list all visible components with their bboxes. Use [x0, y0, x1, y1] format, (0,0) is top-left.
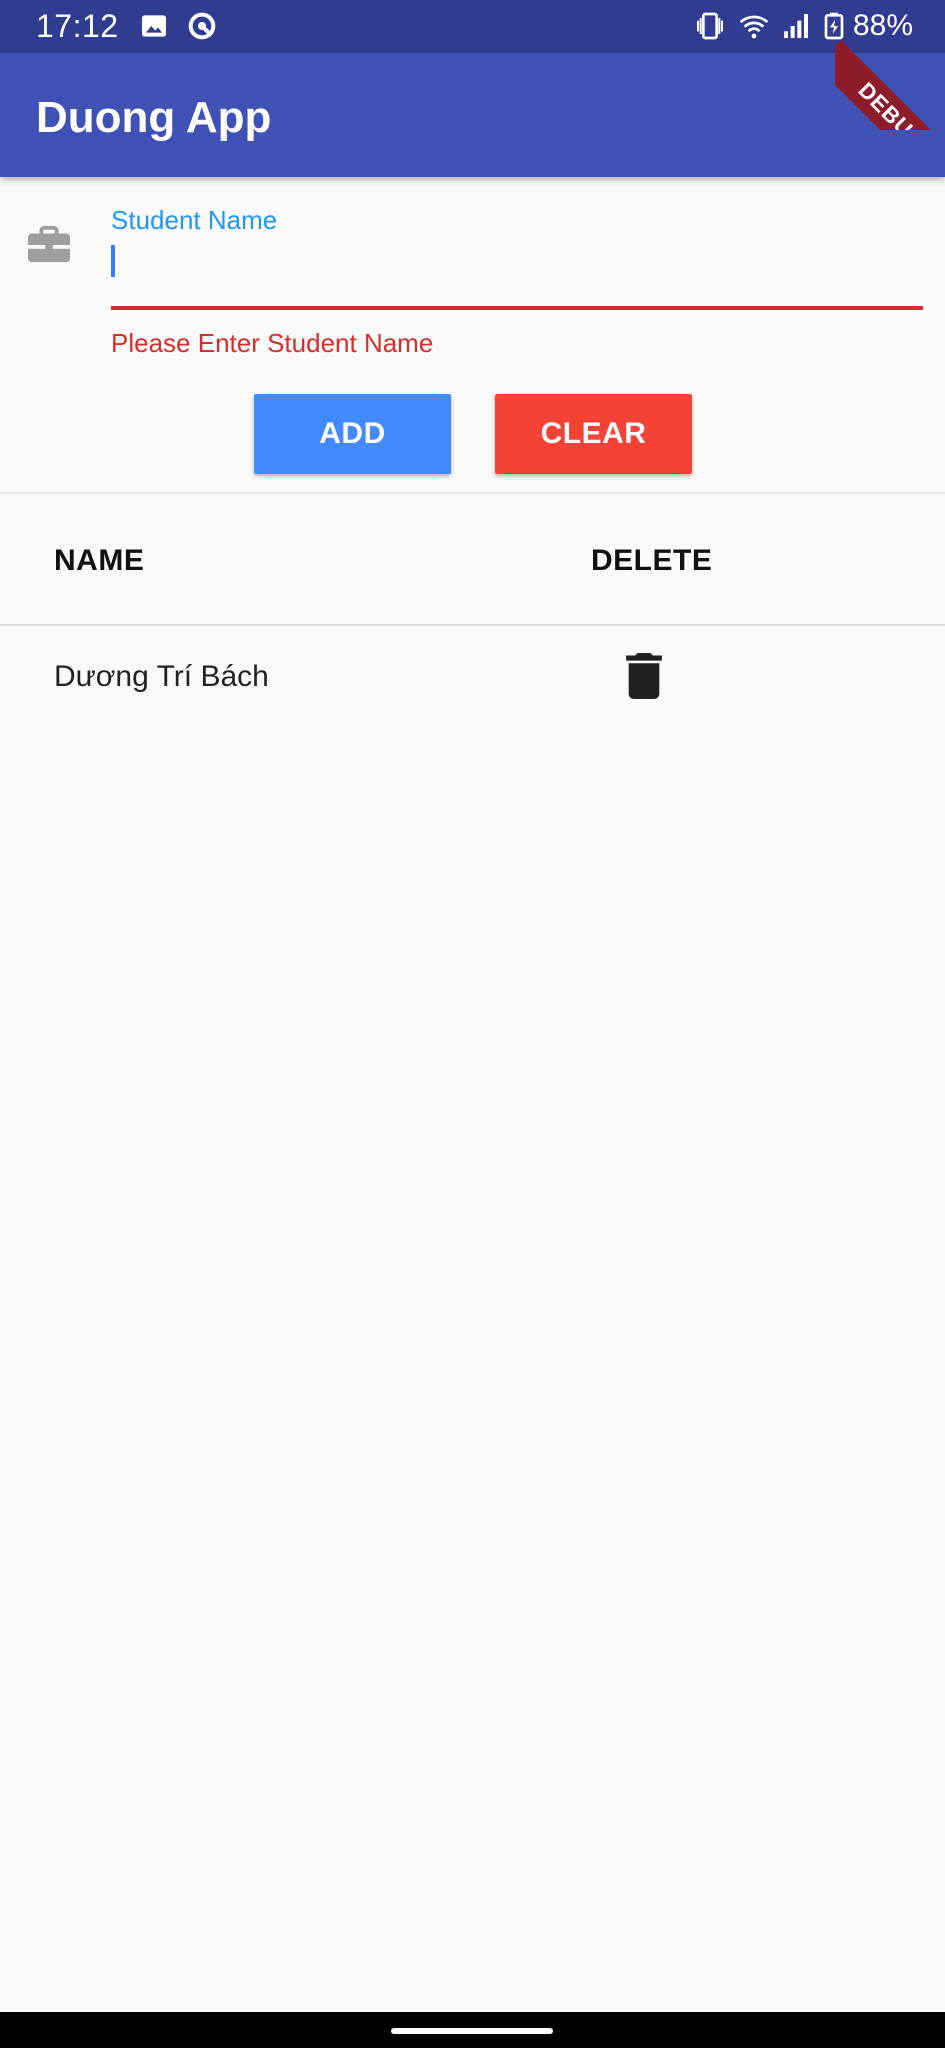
student-name-underline: [111, 306, 923, 310]
header-divider: [0, 624, 945, 626]
signal-icon: [784, 14, 808, 38]
app-bar: Duong App: [0, 53, 945, 177]
briefcase-icon: [28, 225, 70, 263]
add-button[interactable]: ADD: [254, 394, 451, 474]
clear-button[interactable]: CLEAR: [495, 394, 692, 474]
debug-banner: DEBUG: [835, 0, 945, 130]
debug-label: DEBUG: [835, 40, 945, 130]
column-header-delete: DELETE: [591, 544, 713, 577]
error-message: Please Enter Student Name: [111, 328, 434, 358]
student-name-label: Student Name: [111, 205, 278, 235]
status-time: 17:12: [36, 8, 119, 44]
sync-icon: [188, 12, 216, 40]
student-name-cell: Dương Trí Bách: [54, 660, 269, 693]
student-name-input[interactable]: [111, 245, 115, 277]
trash-icon[interactable]: [626, 653, 662, 699]
page-title: Duong App: [36, 93, 272, 142]
divider: [0, 492, 945, 494]
wifi-icon: [739, 15, 769, 39]
image-icon: [142, 15, 166, 37]
home-handle[interactable]: [391, 2028, 553, 2034]
status-bar: 17:12 88%: [0, 0, 945, 53]
vibrate-icon: [697, 12, 723, 40]
column-header-name: NAME: [54, 544, 145, 577]
